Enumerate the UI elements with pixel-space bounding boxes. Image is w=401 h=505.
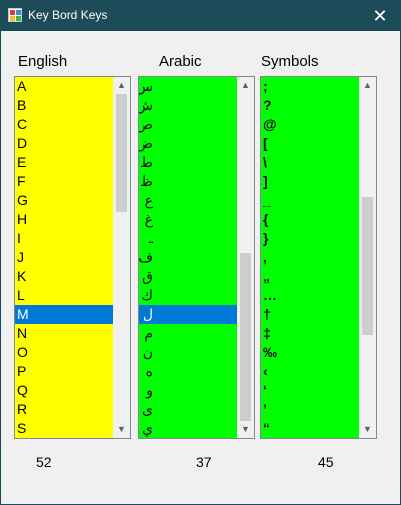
english-list-item[interactable]: Q <box>15 381 113 400</box>
arabic-list-item[interactable]: س <box>139 77 237 96</box>
symbols-list-item[interactable]: , <box>261 248 359 267</box>
english-list-item[interactable]: E <box>15 153 113 172</box>
arabic-list-item[interactable]: ي <box>139 419 237 438</box>
arabic-list-item[interactable]: ض <box>139 134 237 153</box>
symbols-list-item[interactable]: ‹ <box>261 362 359 381</box>
symbols-listbox[interactable]: ;? @[\] _{}, „… † ‡ ‰ ‹ ‘’ “ ▲ ▼ <box>260 76 377 439</box>
english-list-item[interactable]: I <box>15 229 113 248</box>
arabic-list-item[interactable]: ع <box>139 191 237 210</box>
english-list-item[interactable]: L <box>15 286 113 305</box>
english-list-item[interactable]: N <box>15 324 113 343</box>
english-list-item[interactable]: M <box>15 305 113 324</box>
symbols-list-item[interactable]: ‘ <box>261 381 359 400</box>
chevron-down-icon[interactable]: ▼ <box>359 421 376 438</box>
chevron-up-icon[interactable]: ▲ <box>359 77 376 94</box>
english-list-item[interactable]: C <box>15 115 113 134</box>
arabic-list-item[interactable]: ى <box>139 400 237 419</box>
arabic-items: سشصضطظعغـفقكلمنهوىي <box>139 77 237 438</box>
arabic-list-item[interactable]: ك <box>139 286 237 305</box>
app-window: Key Bord Keys ✕ English Arabic Symbols A… <box>0 0 401 505</box>
symbols-list-item[interactable]: [ <box>261 134 359 153</box>
arabic-list-item[interactable]: ـ <box>139 229 237 248</box>
english-items: ABCDEFGHIJKLMNOPQRS <box>15 77 113 438</box>
arabic-list-item[interactable]: ص <box>139 115 237 134</box>
english-list-item[interactable]: F <box>15 172 113 191</box>
symbols-list-item[interactable]: “ <box>261 419 359 438</box>
close-button[interactable]: ✕ <box>360 1 400 31</box>
symbols-list-item[interactable]: ] <box>261 172 359 191</box>
arabic-list-item[interactable]: غ <box>139 210 237 229</box>
arabic-list-item[interactable]: و <box>139 381 237 400</box>
english-list-item[interactable]: P <box>15 362 113 381</box>
symbols-list-item[interactable]: ? <box>261 96 359 115</box>
english-list-item[interactable]: O <box>15 343 113 362</box>
english-list-item[interactable]: D <box>15 134 113 153</box>
symbols-scrollbar[interactable]: ▲ ▼ <box>359 77 376 438</box>
english-list-item[interactable]: A <box>15 77 113 96</box>
chevron-down-icon[interactable]: ▼ <box>113 421 130 438</box>
window-title: Key Bord Keys <box>28 8 108 22</box>
english-header: English <box>18 53 68 70</box>
chevron-up-icon[interactable]: ▲ <box>237 77 254 94</box>
english-list-item[interactable]: K <box>15 267 113 286</box>
arabic-scroll-thumb[interactable] <box>240 253 251 421</box>
symbols-count: 45 <box>318 454 334 470</box>
symbols-header: Symbols <box>261 53 319 70</box>
arabic-list-item[interactable]: ف <box>139 248 237 267</box>
symbols-list-item[interactable]: ‰ <box>261 343 359 362</box>
english-list-item[interactable]: J <box>15 248 113 267</box>
symbols-list-item[interactable]: … <box>261 286 359 305</box>
english-listbox[interactable]: ABCDEFGHIJKLMNOPQRS ▲ ▼ <box>14 76 131 439</box>
arabic-count: 37 <box>196 454 212 470</box>
english-list-item[interactable]: H <box>15 210 113 229</box>
english-list-item[interactable]: B <box>15 96 113 115</box>
symbols-list-item[interactable]: _ <box>261 191 359 210</box>
symbols-scroll-thumb[interactable] <box>362 197 373 335</box>
english-list-item[interactable]: R <box>15 400 113 419</box>
symbols-list-item[interactable]: ; <box>261 77 359 96</box>
arabic-list-item[interactable]: ه <box>139 362 237 381</box>
arabic-list-item[interactable]: ط <box>139 153 237 172</box>
arabic-list-item[interactable]: م <box>139 324 237 343</box>
arabic-list-item[interactable]: ق <box>139 267 237 286</box>
arabic-list-item[interactable]: ش <box>139 96 237 115</box>
symbols-list-item[interactable]: \ <box>261 153 359 172</box>
symbols-list-item[interactable]: @ <box>261 115 359 134</box>
english-list-item[interactable]: G <box>15 191 113 210</box>
symbols-list-item[interactable]: } <box>261 229 359 248</box>
app-icon <box>8 8 22 22</box>
symbols-list-item[interactable]: { <box>261 210 359 229</box>
english-scroll-thumb[interactable] <box>116 94 127 212</box>
symbols-items: ;? @[\] _{}, „… † ‡ ‰ ‹ ‘’ “ <box>261 77 359 438</box>
symbols-list-item[interactable]: „ <box>261 267 359 286</box>
title-bar[interactable]: Key Bord Keys ✕ <box>1 1 400 31</box>
arabic-scrollbar[interactable]: ▲ ▼ <box>237 77 254 438</box>
english-list-item[interactable]: S <box>15 419 113 438</box>
english-count: 52 <box>36 454 52 470</box>
arabic-list-item[interactable]: ل <box>139 305 237 324</box>
chevron-up-icon[interactable]: ▲ <box>113 77 130 94</box>
arabic-header: Arabic <box>159 53 202 70</box>
arabic-listbox[interactable]: سشصضطظعغـفقكلمنهوىي ▲ ▼ <box>138 76 255 439</box>
english-scrollbar[interactable]: ▲ ▼ <box>113 77 130 438</box>
close-icon: ✕ <box>372 6 388 26</box>
symbols-list-item[interactable]: † <box>261 305 359 324</box>
arabic-list-item[interactable]: ن <box>139 343 237 362</box>
symbols-list-item[interactable]: ’ <box>261 400 359 419</box>
symbols-list-item[interactable]: ‡ <box>261 324 359 343</box>
arabic-list-item[interactable]: ظ <box>139 172 237 191</box>
chevron-down-icon[interactable]: ▼ <box>237 421 254 438</box>
